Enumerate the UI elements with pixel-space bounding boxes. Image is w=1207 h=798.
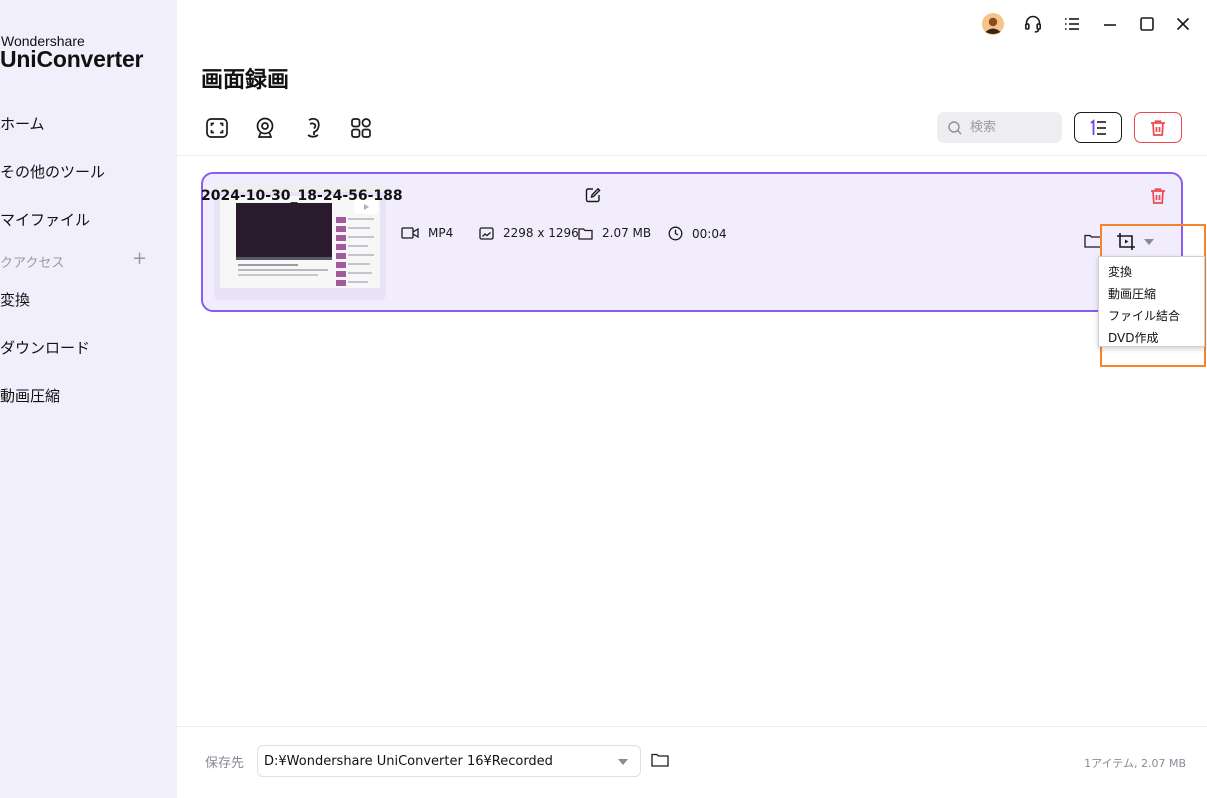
- maximize-icon: [1140, 17, 1154, 31]
- search-icon: [948, 120, 962, 134]
- sidebar-item-compress[interactable]: 動画圧縮: [0, 381, 60, 411]
- duration-value: 00:04: [692, 226, 727, 241]
- save-location-select[interactable]: D:¥Wondershare UniConverter 16¥Recorded: [257, 745, 641, 777]
- page-title: 画面録画: [201, 68, 290, 93]
- menu-icon: [1065, 18, 1079, 30]
- browse-folder-icon[interactable]: [651, 752, 669, 768]
- save-location-label: 保存先: [205, 756, 245, 771]
- minimize-icon: [1104, 24, 1116, 26]
- sidebar-item-other-tools[interactable]: その他のツール: [0, 157, 105, 187]
- duration-meta: 00:04: [668, 226, 727, 241]
- avatar[interactable]: [981, 12, 1005, 36]
- brand-main: UniConverter: [0, 46, 144, 72]
- search-input[interactable]: [970, 120, 1050, 135]
- screen-record-button[interactable]: [204, 115, 230, 141]
- footer-divider: [177, 726, 1207, 727]
- screen-capture-icon: [206, 118, 228, 138]
- search-box[interactable]: [937, 112, 1062, 143]
- menu-item-compress[interactable]: 動画圧縮: [1099, 283, 1204, 305]
- header-divider: [177, 155, 1207, 156]
- clock-icon: [668, 226, 683, 241]
- close-button[interactable]: [1171, 12, 1195, 36]
- resolution-meta: 2298 x 1296: [479, 226, 579, 240]
- list-view-button[interactable]: [1074, 112, 1122, 143]
- audio-record-button[interactable]: [300, 115, 326, 141]
- convert-icon: [1117, 233, 1135, 250]
- sidebar-item-convert[interactable]: 変換: [0, 285, 30, 315]
- delete-recording-icon[interactable]: [1149, 187, 1167, 205]
- save-location-value: D:¥Wondershare UniConverter 16¥Recorded: [264, 753, 553, 769]
- edit-icon[interactable]: [585, 187, 601, 203]
- sidebar: Wondershare UniConverter ホーム その他のツール マイフ…: [0, 0, 177, 798]
- format-value: MP4: [428, 226, 454, 240]
- user-avatar-icon: [982, 13, 1004, 35]
- app-window: Wondershare UniConverter ホーム その他のツール マイフ…: [0, 0, 1207, 798]
- apps-grid-icon: [351, 118, 371, 138]
- format-meta: MP4: [401, 226, 453, 240]
- convert-dropdown-button[interactable]: [1116, 232, 1160, 252]
- webcam-icon: [256, 117, 274, 138]
- support-button[interactable]: [1021, 12, 1045, 36]
- sidebar-item-home[interactable]: ホーム: [0, 109, 45, 139]
- items-summary: 1アイテム, 2.07 MB: [1084, 757, 1186, 770]
- quick-access-label: クアクセス: [0, 256, 65, 271]
- delete-all-button[interactable]: [1134, 112, 1182, 143]
- webcam-record-button[interactable]: [252, 115, 278, 141]
- size-value: 2.07 MB: [602, 226, 652, 240]
- maximize-button[interactable]: [1135, 12, 1159, 36]
- minimize-button[interactable]: [1098, 12, 1122, 36]
- recording-filename: 2024-10-30_18-24-56-188: [201, 188, 403, 204]
- video-camera-icon: [401, 227, 419, 239]
- menu-item-merge[interactable]: ファイル結合: [1099, 305, 1204, 327]
- sidebar-item-download[interactable]: ダウンロード: [0, 333, 90, 363]
- audio-record-icon: [307, 117, 320, 138]
- caret-down-icon: [1144, 239, 1154, 245]
- convert-menu: 変換 動画圧縮 ファイル結合 DVD作成: [1098, 256, 1205, 347]
- menu-item-convert[interactable]: 変換: [1099, 261, 1204, 283]
- resolution-value: 2298 x 1296: [503, 226, 579, 240]
- trash-icon: [1151, 119, 1165, 136]
- folder-icon: [578, 227, 593, 240]
- size-meta: 2.07 MB: [578, 226, 651, 240]
- close-icon: [1176, 17, 1190, 31]
- quick-access-add-button[interactable]: +: [132, 249, 147, 269]
- chevron-down-icon: [618, 759, 628, 765]
- sidebar-item-my-files[interactable]: マイファイル: [0, 205, 90, 235]
- menu-button[interactable]: [1060, 12, 1084, 36]
- numbered-list-icon: [1090, 118, 1106, 135]
- menu-item-dvd[interactable]: DVD作成: [1099, 327, 1204, 349]
- more-tools-button[interactable]: [348, 115, 374, 141]
- image-icon: [479, 226, 494, 240]
- headset-icon: [1024, 15, 1041, 33]
